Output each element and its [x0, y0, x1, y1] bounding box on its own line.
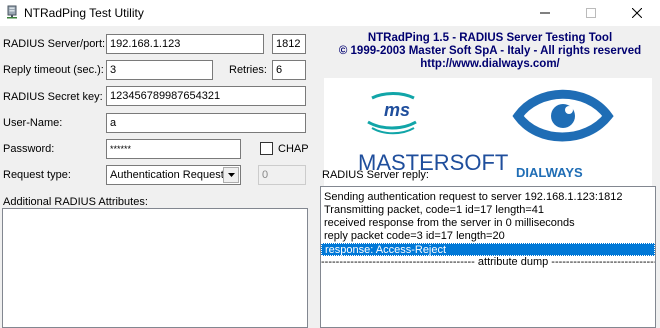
server-address-input[interactable]: 192.168.1.123 — [106, 34, 264, 54]
maximize-button[interactable] — [568, 0, 614, 26]
password-label: Password: — [3, 143, 55, 155]
reply-line[interactable]: Sending authentication request to server… — [321, 191, 655, 204]
username-input[interactable]: a — [106, 113, 306, 133]
network-server-icon — [7, 5, 17, 19]
window-title: NTRadPing Test Utility — [24, 6, 144, 20]
dropdown-button[interactable] — [223, 167, 239, 183]
server-port-input[interactable]: 1812 — [272, 34, 306, 54]
dialog-client-area: NTRadPing 1.5 - RADIUS Server Testing To… — [0, 26, 660, 328]
reply-timeout-label: Reply timeout (sec.): — [3, 64, 104, 76]
retries-label: Retries: — [229, 64, 267, 76]
chap-label: CHAP — [278, 143, 309, 155]
title-bar: NTRadPing Test Utility — [0, 0, 660, 26]
reply-line[interactable]: Transmitting packet, code=1 id=17 length… — [321, 204, 655, 217]
request-type-extra-input: 0 — [258, 165, 306, 185]
attribute-dump-separator[interactable]: ----------------------------------------… — [321, 256, 655, 269]
request-type-label: Request type: — [3, 169, 71, 181]
close-icon — [632, 8, 642, 18]
about-header: NTRadPing 1.5 - RADIUS Server Testing To… — [320, 26, 660, 71]
username-label: User-Name: — [3, 117, 63, 129]
minimize-button[interactable] — [522, 0, 568, 26]
website-link[interactable]: http://www.dialways.com/ — [320, 58, 660, 71]
reply-line[interactable]: received response from the server in 0 m… — [321, 217, 655, 230]
attributes-label: Additional RADIUS Attributes: — [3, 196, 148, 208]
secret-key-input[interactable]: 123456789987654321 — [106, 86, 306, 106]
attributes-textarea[interactable] — [2, 208, 308, 328]
request-type-select[interactable]: Authentication Request — [106, 165, 241, 185]
chap-checkbox[interactable] — [260, 142, 273, 155]
password-input[interactable]: ****** — [106, 139, 241, 159]
product-name: NTRadPing 1.5 - RADIUS Server Testing To… — [367, 32, 613, 44]
request-type-value: Authentication Request — [110, 169, 224, 181]
close-button[interactable] — [614, 0, 660, 26]
minimize-icon — [540, 12, 550, 14]
secret-key-label: RADIUS Secret key: — [3, 91, 103, 103]
dialways-eye-icon — [512, 89, 614, 142]
server-reply-listbox[interactable]: Sending authentication request to server… — [320, 186, 656, 328]
server-reply-label: RADIUS Server reply: — [322, 169, 429, 181]
dialways-wordmark: DIALWAYS — [516, 165, 583, 180]
chevron-down-icon — [227, 173, 235, 177]
mastersoft-badge: ms — [384, 100, 410, 120]
reply-line-selected[interactable]: response: Access-Reject — [321, 243, 655, 256]
reply-timeout-input[interactable]: 3 — [106, 60, 213, 80]
reply-line[interactable]: reply packet code=3 id=17 length=20 — [321, 230, 655, 243]
maximize-icon — [586, 8, 596, 18]
retries-input[interactable]: 6 — [272, 60, 306, 80]
copyright-line: © 1999-2003 Master Soft SpA - Italy - Al… — [338, 45, 642, 57]
server-port-label: RADIUS Server/port: — [3, 38, 106, 50]
